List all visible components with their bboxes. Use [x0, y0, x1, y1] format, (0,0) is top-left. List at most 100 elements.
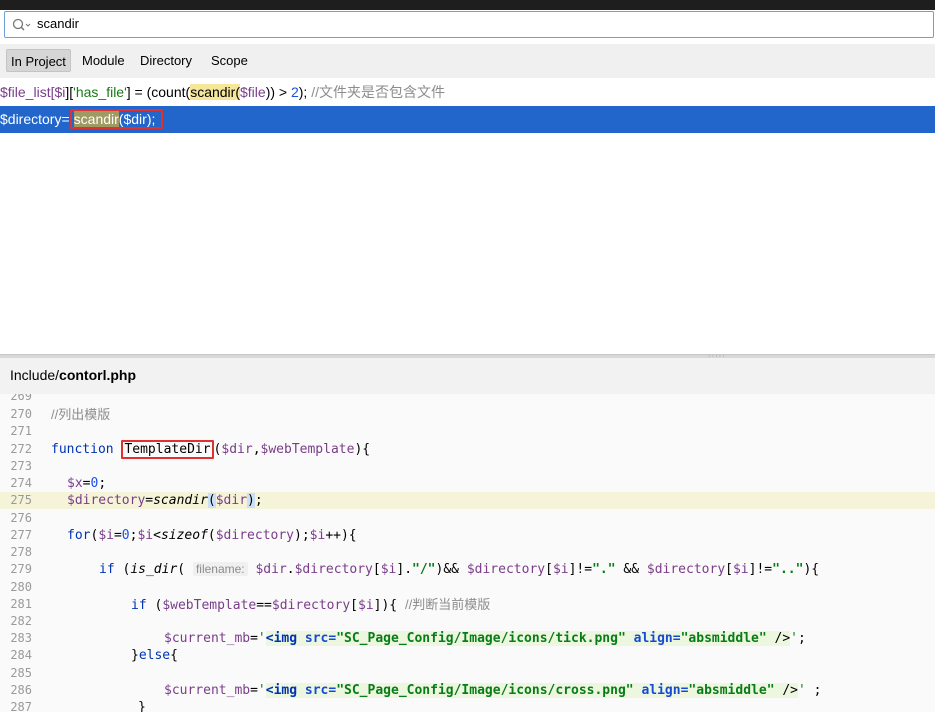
- line-number: 286: [10, 683, 32, 697]
- code-html-tag: />: [766, 631, 791, 646]
- scope-tab-module[interactable]: Module: [78, 49, 129, 72]
- code-token: (: [146, 598, 163, 613]
- code-keyword: function: [51, 442, 114, 457]
- search-panel: scandir: [0, 10, 935, 40]
- result-text: $dir: [123, 111, 147, 127]
- result-text: ] = (count(: [126, 84, 191, 100]
- code-token: );: [294, 528, 310, 543]
- code-token: {: [170, 648, 178, 663]
- code-token: (: [207, 493, 216, 508]
- code-token: ++){: [325, 528, 357, 543]
- code-string: "/": [412, 562, 436, 577]
- line-number: 278: [10, 545, 32, 559]
- code-line: 270 //列出模版: [0, 406, 935, 423]
- code-token: =: [145, 493, 154, 508]
- code-token: ){: [803, 562, 820, 577]
- code-token: ]!=: [748, 562, 773, 577]
- code-string: ': [257, 683, 266, 698]
- code-html-attr: align=: [633, 683, 689, 698]
- code-line: 276: [0, 510, 935, 527]
- code-keyword: else: [138, 648, 171, 663]
- code-variable: $i: [358, 598, 374, 613]
- code-line: 281 if ($webTemplate==$directory[$i]){ //…: [0, 596, 935, 613]
- search-query[interactable]: scandir: [37, 16, 79, 31]
- code-keyword: if: [131, 598, 147, 613]
- code-line: 272 function TemplateDir ($dir,$webTemplat…: [0, 440, 935, 459]
- result-text: 'has_file': [73, 84, 127, 100]
- code-variable: $x: [67, 476, 83, 491]
- result-text: $directory: [0, 111, 62, 127]
- code-line: 285: [0, 665, 935, 682]
- code-keyword: for: [67, 528, 91, 543]
- code-line: 271: [0, 423, 935, 440]
- code-variable: $dir: [255, 562, 287, 577]
- search-input[interactable]: scandir: [4, 11, 934, 38]
- code-html-value: "SC_Page_Config/Image/icons/cross.png": [336, 683, 634, 698]
- code-function-call: scandir: [153, 493, 208, 508]
- line-number: 272: [10, 442, 32, 456]
- code-line: 286 $current_mb='<img src="SC_Page_Config…: [0, 682, 935, 699]
- code-line-current: 275 $directory=scandir($dir);: [0, 492, 935, 509]
- line-number: 275: [10, 493, 32, 507]
- code-html-value: "absmiddle": [680, 631, 767, 646]
- code-token: =: [113, 528, 122, 543]
- code-variable: $directory: [215, 528, 295, 543]
- annotation-box: scandir($dir);: [69, 109, 164, 129]
- code-variable: $i: [732, 562, 749, 577]
- result-row[interactable]: $file_list[$i]['has_file'] = (count(scan…: [0, 79, 935, 106]
- code-variable: $current_mb: [164, 683, 251, 698]
- code-variable: $i: [98, 528, 114, 543]
- code-number: 0: [121, 528, 130, 543]
- scope-tab-in-project[interactable]: In Project: [6, 49, 71, 72]
- code-token: (: [207, 528, 216, 543]
- code-variable: $webTemplate: [162, 598, 257, 613]
- code-variable: $i: [137, 528, 154, 543]
- code-token: ;: [98, 476, 107, 491]
- code-function-call: sizeof: [160, 528, 208, 543]
- code-line: 279 if (is_dir( filename: $dir.$directory…: [0, 561, 935, 578]
- line-number: 271: [10, 424, 32, 438]
- result-row-selected[interactable]: $directory= scandir($dir);: [0, 106, 935, 133]
- scope-tab-label: Module: [82, 53, 125, 68]
- result-text: =: [61, 111, 70, 127]
- line-number: 270: [10, 407, 32, 421]
- scope-tab-label: Scope: [211, 53, 248, 68]
- code-token: [: [725, 562, 733, 577]
- line-number: 277: [10, 528, 32, 542]
- code-token: &&: [615, 562, 647, 577]
- code-token: ]){: [373, 598, 405, 613]
- file-path: Include/contorl.php: [10, 367, 136, 383]
- line-number: 279: [10, 562, 32, 576]
- result-text: 2: [290, 84, 299, 100]
- line-number: 287: [10, 700, 32, 712]
- line-number: 273: [10, 459, 32, 473]
- code-html-value: "SC_Page_Config/Image/icons/tick.png": [336, 631, 626, 646]
- code-preview-editor[interactable]: 269 270 //列出模版 271 272 function TemplateDi…: [0, 394, 935, 712]
- code-token: (: [114, 562, 131, 577]
- result-text: $file_list[: [0, 84, 55, 100]
- code-token: ){: [354, 442, 371, 457]
- code-variable: $directory: [646, 562, 726, 577]
- result-text: );: [146, 111, 156, 127]
- search-icon[interactable]: [11, 17, 31, 33]
- scope-tabs: In Project Module Directory Scope: [0, 44, 935, 78]
- code-variable: $i: [552, 562, 569, 577]
- scope-tab-scope[interactable]: Scope: [207, 49, 252, 72]
- code-line: 273: [0, 458, 935, 475]
- code-line: 277 for($i=0;$i<sizeof($directory);$i++){: [0, 527, 935, 544]
- code-html-tag: <img: [265, 631, 305, 646]
- result-text: $i: [54, 84, 66, 100]
- code-line: 269: [0, 394, 935, 405]
- code-line: 280: [0, 579, 935, 596]
- code-function-name: TemplateDir: [124, 442, 211, 457]
- code-string: ': [257, 631, 266, 646]
- code-token: =: [250, 683, 258, 698]
- line-number: 282: [10, 614, 32, 628]
- search-results-list: $file_list[$i]['has_file'] = (count(scan…: [0, 78, 935, 354]
- scope-tab-directory[interactable]: Directory: [136, 49, 196, 72]
- code-token: ]!=: [568, 562, 593, 577]
- code-variable: $i: [309, 528, 326, 543]
- code-string: ': [798, 683, 806, 698]
- result-text: )) >: [265, 84, 291, 100]
- code-token: )&&: [435, 562, 467, 577]
